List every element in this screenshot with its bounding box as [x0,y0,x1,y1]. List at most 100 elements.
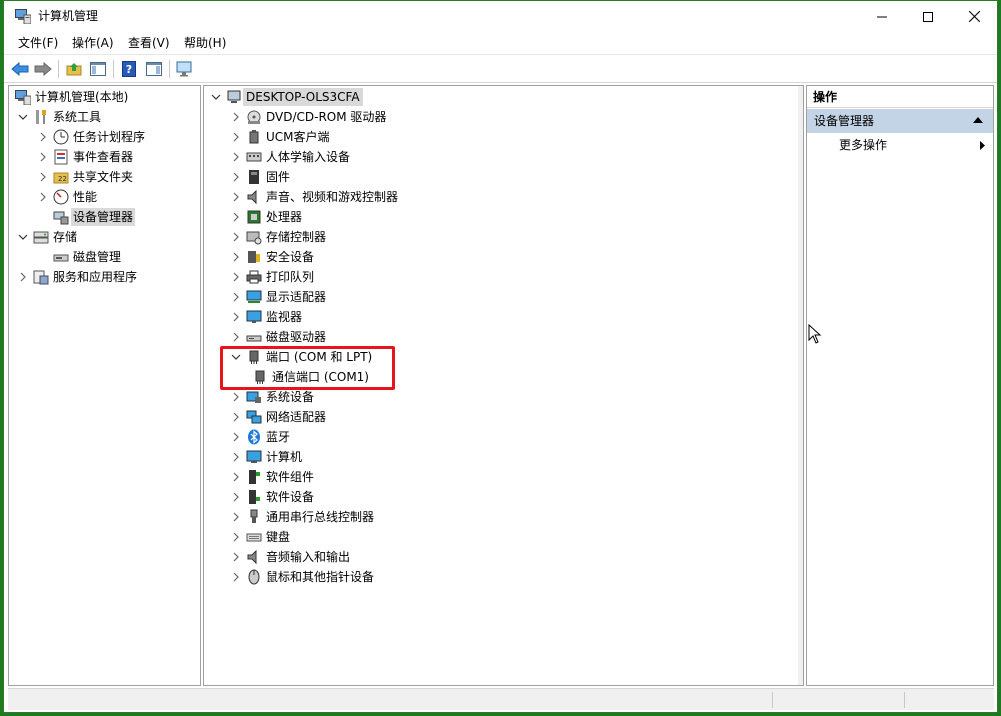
chevron-down-icon[interactable] [17,111,29,123]
show-hide-tree-button[interactable] [89,60,107,78]
chevron-right-icon[interactable] [230,171,242,183]
chevron-right-icon[interactable] [230,551,242,563]
more-actions-item[interactable]: 更多操作 [807,135,993,155]
clock-icon [53,129,69,145]
device-tree-item[interactable]: 显示适配器 [230,287,326,307]
chevron-right-icon[interactable] [230,231,242,243]
back-icon [11,62,29,76]
chevron-right-icon[interactable] [37,131,49,143]
tree-root[interactable]: 计算机管理(本地) [13,87,128,107]
device-tree-item[interactable]: 监视器 [230,307,302,327]
scrollbar[interactable] [798,86,803,685]
device-tree-item[interactable]: 软件组件 [230,467,314,487]
scan-hardware-button[interactable] [176,60,194,78]
chevron-right-icon[interactable] [230,571,242,583]
tree-item-disk-management[interactable]: 磁盘管理 [49,247,121,267]
chevron-down-icon[interactable] [210,91,222,103]
chevron-right-icon[interactable] [230,411,242,423]
tree-item-performance[interactable]: 性能 [37,187,97,207]
device-tree-item-label: 计算机 [266,450,303,464]
device-tree-item[interactable]: 声音、视频和游戏控制器 [230,187,398,207]
chevron-right-icon[interactable] [230,511,242,523]
disk-management-icon [53,249,69,265]
device-tree-item[interactable]: 磁盘驱动器 [230,327,326,347]
chevron-right-icon[interactable] [17,271,29,283]
menu-file[interactable]: 文件(F) [18,36,58,51]
tree-item-label: 系统工具 [53,110,102,124]
chevron-right-icon[interactable] [230,151,242,163]
chevron-right-icon[interactable] [230,391,242,403]
minimize-button[interactable] [859,1,905,32]
menu-help[interactable]: 帮助(H) [184,36,226,51]
device-tree-item[interactable]: 鼠标和其他指针设备 [230,567,374,587]
menu-action[interactable]: 操作(A) [72,36,114,51]
chevron-right-icon[interactable] [230,431,242,443]
device-tree-item-label: 通用串行总线控制器 [266,510,375,524]
chevron-right-icon[interactable] [230,531,242,543]
device-tree-item[interactable]: 蓝牙 [230,427,290,447]
chevron-right-icon[interactable] [230,331,242,343]
device-tree-item[interactable]: 通用串行总线控制器 [230,507,374,527]
device-tree-item[interactable]: 固件 [230,167,290,187]
chevron-right-icon[interactable] [230,131,242,143]
device-tree-item[interactable]: 安全设备 [230,247,314,267]
device-tree-item-label: 网络适配器 [266,410,327,424]
tree-item-system-tools[interactable]: 系统工具 [17,107,101,127]
collapse-up-icon[interactable] [973,117,983,123]
tree-item-storage[interactable]: 存储 [17,227,77,247]
chevron-right-icon[interactable] [230,251,242,263]
chevron-right-icon[interactable] [37,171,49,183]
speaker-icon [246,189,262,205]
device-tree-item[interactable]: 网络适配器 [230,407,326,427]
chevron-right-icon[interactable] [230,191,242,203]
chevron-right-icon[interactable] [230,271,242,283]
device-tree-item[interactable]: 处理器 [230,207,302,227]
chevron-right-icon[interactable] [230,451,242,463]
submenu-arrow-icon [980,141,985,150]
close-button[interactable] [951,1,997,32]
device-tree-item-label: 软件组件 [266,470,315,484]
back-button[interactable] [11,60,29,78]
chevron-right-icon[interactable] [37,151,49,163]
device-tree-item[interactable]: 存储控制器 [230,227,326,247]
tree-item-services-apps[interactable]: 服务和应用程序 [17,267,137,287]
chevron-right-icon[interactable] [230,311,242,323]
device-tree-item[interactable]: 键盘 [230,527,290,547]
tree-item-task-scheduler[interactable]: 任务计划程序 [37,127,145,147]
device-tree-item[interactable]: 系统设备 [230,387,314,407]
tree-item-device-manager[interactable]: 设备管理器 [49,207,136,227]
device-tree-item[interactable]: 软件设备 [230,487,314,507]
help-button[interactable]: ? [120,60,138,78]
device-tree-item[interactable]: DVD/CD-ROM 驱动器 [230,107,386,127]
chevron-right-icon[interactable] [230,471,242,483]
tree-item-shared-folders[interactable]: 22 共享文件夹 [37,167,133,187]
help-icon: ? [122,61,136,77]
chevron-right-icon[interactable] [37,191,49,203]
chevron-right-icon[interactable] [230,111,242,123]
printer-icon [246,269,262,285]
chevron-right-icon[interactable] [230,291,242,303]
device-tree-item-label: 声音、视频和游戏控制器 [266,190,399,204]
chevron-down-icon[interactable] [17,231,29,243]
maximize-button[interactable] [905,1,951,32]
actions-section-device-manager[interactable]: 设备管理器 [807,109,993,133]
device-tree-item[interactable]: 人体学输入设备 [230,147,350,167]
chevron-right-icon[interactable] [230,211,242,223]
monitor-icon [246,309,262,325]
tree-item-event-viewer[interactable]: 事件查看器 [37,147,133,167]
device-tree-item[interactable]: UCM客户端 [230,127,330,147]
device-tree-item[interactable]: 打印队列 [230,267,314,287]
up-one-level-button[interactable] [65,60,83,78]
svg-text:?: ? [126,63,132,76]
device-tree-item[interactable]: 计算机 [230,447,302,467]
chevron-right-icon[interactable] [230,491,242,503]
forward-button[interactable] [34,60,52,78]
menu-view[interactable]: 查看(V) [128,36,170,51]
device-tree-root[interactable]: DESKTOP-OLS3CFA [210,87,363,107]
bluetooth-icon [246,429,262,445]
device-tree-item[interactable]: 音频输入和输出 [230,547,350,567]
show-action-pane-button[interactable] [145,60,163,78]
tree-item-label: 服务和应用程序 [53,270,138,284]
dvd-drive-icon [246,109,262,125]
actions-header: 操作 [807,86,993,108]
